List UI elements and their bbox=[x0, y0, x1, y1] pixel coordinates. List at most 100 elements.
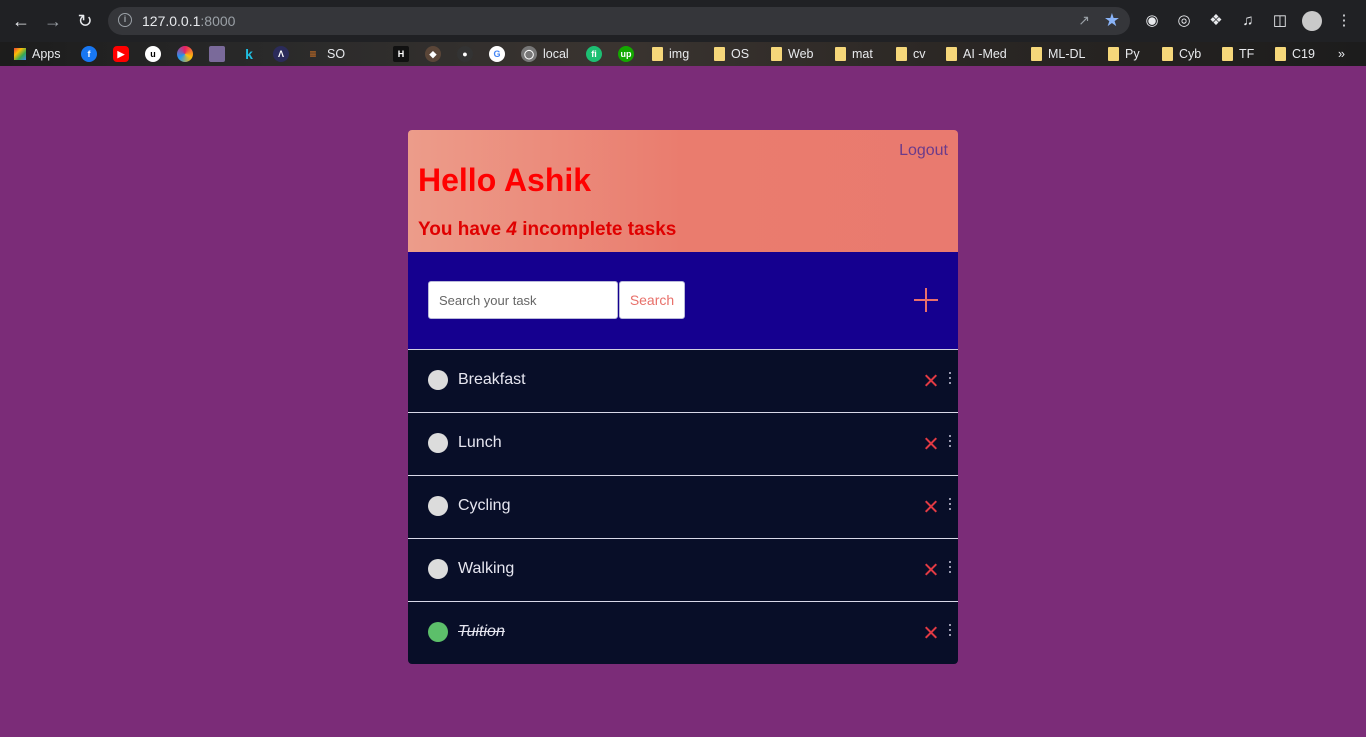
bookmark-code[interactable]: Λ bbox=[273, 45, 289, 63]
task-title[interactable]: Lunch bbox=[458, 434, 502, 452]
drag-handle-icon[interactable] bbox=[949, 498, 952, 512]
bookmark-k[interactable]: k bbox=[241, 45, 257, 63]
bookmark-udemy[interactable]: u bbox=[145, 45, 161, 63]
folder-icon bbox=[714, 47, 725, 61]
bookmark-image[interactable] bbox=[209, 45, 225, 63]
apps-grid-icon bbox=[14, 48, 26, 60]
bookmark-folder-cv[interactable]: cv bbox=[896, 45, 926, 63]
task-status-indicator[interactable] bbox=[428, 433, 448, 453]
task-status-indicator[interactable] bbox=[428, 622, 448, 642]
task-status-indicator[interactable] bbox=[428, 559, 448, 579]
delete-x-icon[interactable] bbox=[924, 368, 938, 392]
bookmark-youtube[interactable]: ▶ bbox=[113, 45, 129, 63]
bookmark-folder-c19[interactable]: C19 bbox=[1275, 45, 1315, 63]
bookmark-folder-py[interactable]: Py bbox=[1108, 45, 1140, 63]
bookmark-folder-os[interactable]: OS bbox=[714, 45, 749, 63]
bookmark-folder-ml-dl[interactable]: ML-DL bbox=[1031, 45, 1086, 63]
bookmark-swirl[interactable] bbox=[177, 45, 193, 63]
camera-extension-icon[interactable]: ◉ bbox=[1142, 11, 1162, 31]
youtube-icon: ▶ bbox=[113, 46, 129, 62]
delete-x-icon[interactable] bbox=[924, 431, 938, 455]
side-panel-icon[interactable]: ◫ bbox=[1270, 11, 1290, 31]
bookmark-hackerrank[interactable]: H bbox=[393, 45, 409, 63]
task-row[interactable]: Tuition bbox=[408, 602, 958, 664]
bookmark-folder-cyb[interactable]: Cyb bbox=[1162, 45, 1201, 63]
folder-icon bbox=[1162, 47, 1173, 61]
task-title[interactable]: Breakfast bbox=[458, 371, 526, 389]
bookmark-label: C19 bbox=[1292, 47, 1315, 61]
greeting-heading: Hello Ashik bbox=[418, 162, 592, 198]
search-toolbar: Search bbox=[408, 252, 958, 350]
bookmark-label: img bbox=[669, 47, 690, 61]
folder-icon bbox=[835, 47, 846, 61]
code-icon: Λ bbox=[273, 46, 289, 62]
bookmark-label: OS bbox=[731, 47, 750, 61]
bookmark-folder-tf[interactable]: TF bbox=[1222, 45, 1254, 63]
udemy-icon: u bbox=[145, 46, 161, 62]
task-title-completed[interactable]: Tuition bbox=[458, 623, 505, 641]
share-icon[interactable]: ↗ bbox=[1078, 12, 1090, 29]
delete-x-icon[interactable] bbox=[924, 494, 938, 518]
task-row[interactable]: Breakfast bbox=[408, 350, 958, 413]
task-status-indicator[interactable] bbox=[428, 370, 448, 390]
task-list: Breakfast Lunch Cycling Walking Tuition bbox=[408, 350, 958, 664]
address-bar[interactable]: i 127.0.0.1:8000 ↗ ★ bbox=[108, 7, 1130, 35]
bookmark-label: Apps bbox=[32, 47, 61, 61]
folder-icon bbox=[652, 47, 663, 61]
folder-icon bbox=[1031, 47, 1042, 61]
bookmark-apps[interactable]: Apps bbox=[14, 45, 61, 63]
bookmark-local[interactable]: ◯ local bbox=[521, 45, 569, 63]
address-bar-url[interactable]: 127.0.0.1:8000 bbox=[142, 13, 235, 29]
upwork-icon: up bbox=[618, 46, 634, 62]
task-row[interactable]: Walking bbox=[408, 539, 958, 602]
bookmark-upwork[interactable]: up bbox=[618, 45, 634, 63]
bookmark-folder-mat[interactable]: mat bbox=[835, 45, 873, 63]
folder-icon bbox=[1222, 47, 1233, 61]
profile-avatar[interactable] bbox=[1302, 11, 1322, 31]
bookmark-label: mat bbox=[852, 47, 873, 61]
drag-handle-icon[interactable] bbox=[949, 624, 952, 638]
bookmarks-bar: Apps f ▶ u k Λ ≡ SO H ◆ ● G ◯ local fi u… bbox=[0, 42, 1366, 66]
drag-handle-icon[interactable] bbox=[949, 435, 952, 449]
glasses-extension-icon[interactable]: ◎ bbox=[1174, 11, 1194, 31]
puzzle-extensions-icon[interactable]: ❖ bbox=[1206, 11, 1226, 31]
bookmark-folder-ai-med[interactable]: AI -Med bbox=[946, 45, 1007, 63]
task-row[interactable]: Lunch bbox=[408, 413, 958, 476]
facebook-icon: f bbox=[81, 46, 97, 62]
drag-handle-icon[interactable] bbox=[949, 561, 952, 575]
media-control-icon[interactable]: ♫ bbox=[1238, 11, 1258, 31]
incomplete-prefix: You have bbox=[418, 219, 507, 240]
bookmark-google[interactable]: G bbox=[489, 45, 505, 63]
drag-handle-icon[interactable] bbox=[949, 372, 952, 386]
google-icon: G bbox=[489, 46, 505, 62]
bookmark-label: Cyb bbox=[1179, 47, 1202, 61]
task-title[interactable]: Cycling bbox=[458, 497, 510, 515]
bookmark-label: TF bbox=[1239, 47, 1255, 61]
reload-icon[interactable]: ↻ bbox=[74, 10, 96, 32]
bookmark-folder-web[interactable]: Web bbox=[771, 45, 813, 63]
back-arrow-icon[interactable]: ← bbox=[10, 10, 32, 32]
todo-header: Logout Hello Ashik You have 4 incomplete… bbox=[408, 130, 958, 252]
delete-x-icon[interactable] bbox=[924, 620, 938, 644]
search-input[interactable] bbox=[428, 281, 618, 319]
folder-icon bbox=[896, 47, 907, 61]
bookmark-fiverr[interactable]: fi bbox=[586, 45, 602, 63]
site-info-icon[interactable]: i bbox=[118, 13, 132, 27]
forward-arrow-icon[interactable]: → bbox=[42, 10, 64, 32]
bookmark-codechef[interactable]: ◆ bbox=[425, 45, 441, 63]
bookmarks-overflow[interactable]: » bbox=[1338, 45, 1345, 63]
delete-x-icon[interactable] bbox=[924, 557, 938, 581]
bookmark-star-icon[interactable]: ★ bbox=[1104, 10, 1120, 31]
incomplete-count-text: You have 4 incomplete tasks bbox=[418, 219, 676, 241]
plus-icon[interactable] bbox=[912, 286, 940, 314]
task-status-indicator[interactable] bbox=[428, 496, 448, 516]
search-button[interactable]: Search bbox=[619, 281, 685, 319]
bookmark-facebook[interactable]: f bbox=[81, 45, 97, 63]
bookmark-github[interactable]: ● bbox=[457, 45, 473, 63]
bookmark-folder-img[interactable]: img bbox=[652, 45, 689, 63]
task-title[interactable]: Walking bbox=[458, 560, 514, 578]
task-row[interactable]: Cycling bbox=[408, 476, 958, 539]
bookmark-stackoverflow[interactable]: ≡ SO bbox=[305, 45, 345, 63]
logout-link[interactable]: Logout bbox=[899, 142, 948, 160]
menu-kebab-icon[interactable]: ⋮ bbox=[1334, 11, 1354, 31]
